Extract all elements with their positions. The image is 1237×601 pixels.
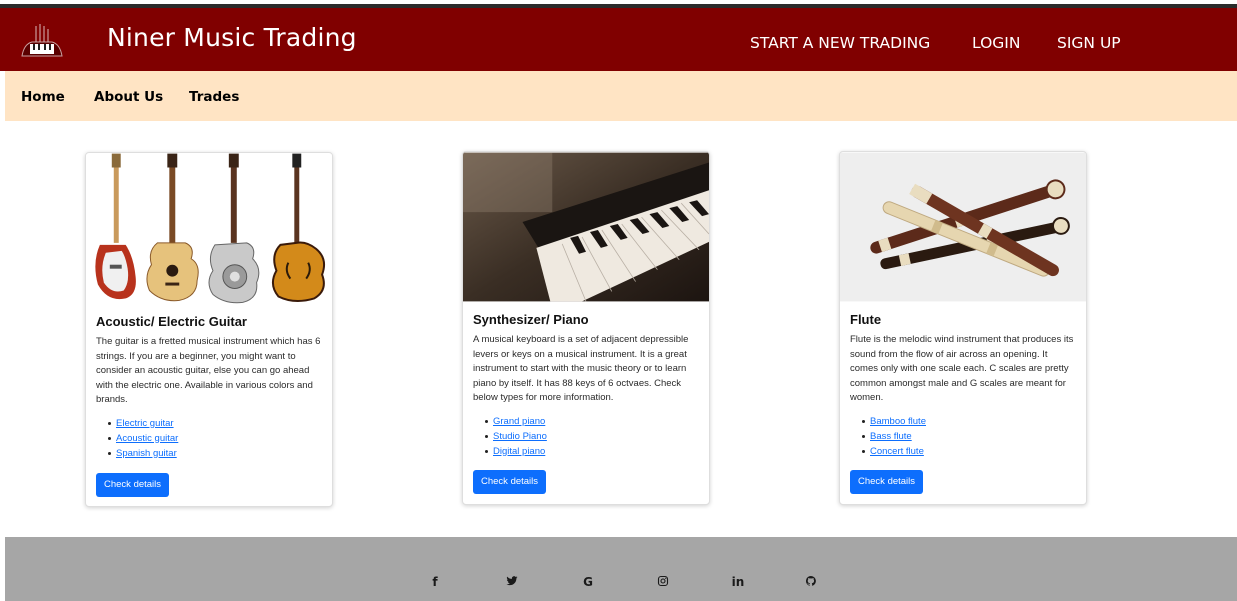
list-item: Bamboo flute [862,414,1076,429]
card-guitar-body: Acoustic/ Electric Guitar The guitar is … [96,314,322,461]
guitar-image [86,153,332,305]
link-electric-guitar[interactable]: Electric guitar [116,418,174,429]
link-digital-piano[interactable]: Digital piano [493,446,545,457]
list-item: Concert flute [862,444,1076,459]
nav-home[interactable]: Home [21,89,65,105]
top-navbar: Niner Music Trading START A NEW TRADING … [0,8,1237,71]
facebook-icon[interactable]: f [425,575,445,589]
piano-logo-icon[interactable] [18,22,66,58]
nav-about-us[interactable]: About Us [94,89,163,105]
linkedin-icon[interactable]: in [728,575,748,589]
secondary-nav: Home About Us Trades [5,71,1237,121]
card-flute-body: Flute Flute is the melodic wind instrume… [850,312,1076,459]
card-link-list: Grand piano Studio Piano Digital piano [485,414,699,459]
card-description: The guitar is a fretted musical instrume… [96,336,321,405]
nav-trades[interactable]: Trades [189,89,239,105]
card-link-list: Electric guitar Acoustic guitar Spanish … [108,416,322,461]
card-title: Flute [850,312,882,327]
link-spanish-guitar[interactable]: Spanish guitar [116,448,177,459]
list-item: Bass flute [862,429,1076,444]
github-icon[interactable] [801,575,821,587]
card-title: Acoustic/ Electric Guitar [96,314,247,329]
check-details-button[interactable]: Check details [96,473,170,497]
card-piano-body: Synthesizer/ Piano A musical keyboard is… [473,312,699,459]
piano-image [463,152,709,302]
nav-signup[interactable]: SIGN UP [1057,34,1121,52]
link-concert-flute[interactable]: Concert flute [870,446,924,457]
card-flute: Flute Flute is the melodic wind instrume… [839,151,1087,505]
list-item: Grand piano [485,414,699,429]
instagram-icon[interactable] [653,575,673,587]
list-item: Spanish guitar [108,446,322,461]
top-border [0,0,1237,8]
nav-start-trading[interactable]: START A NEW TRADING [750,34,930,52]
card-link-list: Bamboo flute Bass flute Concert flute [862,414,1076,459]
list-item: Digital piano [485,444,699,459]
flute-image [840,152,1086,302]
footer: f G in [5,537,1237,601]
check-details-button[interactable]: Check details [850,470,924,494]
list-item: Studio Piano [485,429,699,444]
card-piano: Synthesizer/ Piano A musical keyboard is… [462,151,710,505]
link-acoustic-guitar[interactable]: Acoustic guitar [116,433,178,444]
twitter-icon[interactable] [502,575,522,587]
check-details-button[interactable]: Check details [473,470,547,494]
link-grand-piano[interactable]: Grand piano [493,416,545,427]
link-bass-flute[interactable]: Bass flute [870,431,912,442]
google-icon[interactable]: G [578,575,598,589]
list-item: Acoustic guitar [108,431,322,446]
card-description: Flute is the melodic wind instrument tha… [850,334,1074,403]
card-title: Synthesizer/ Piano [473,312,589,327]
card-guitar: Acoustic/ Electric Guitar The guitar is … [85,152,333,507]
list-item: Electric guitar [108,416,322,431]
link-bamboo-flute[interactable]: Bamboo flute [870,416,926,427]
card-description: A musical keyboard is a set of adjacent … [473,334,689,403]
nav-login[interactable]: LOGIN [972,34,1020,52]
brand-title[interactable]: Niner Music Trading [107,23,357,52]
link-studio-piano[interactable]: Studio Piano [493,431,547,442]
